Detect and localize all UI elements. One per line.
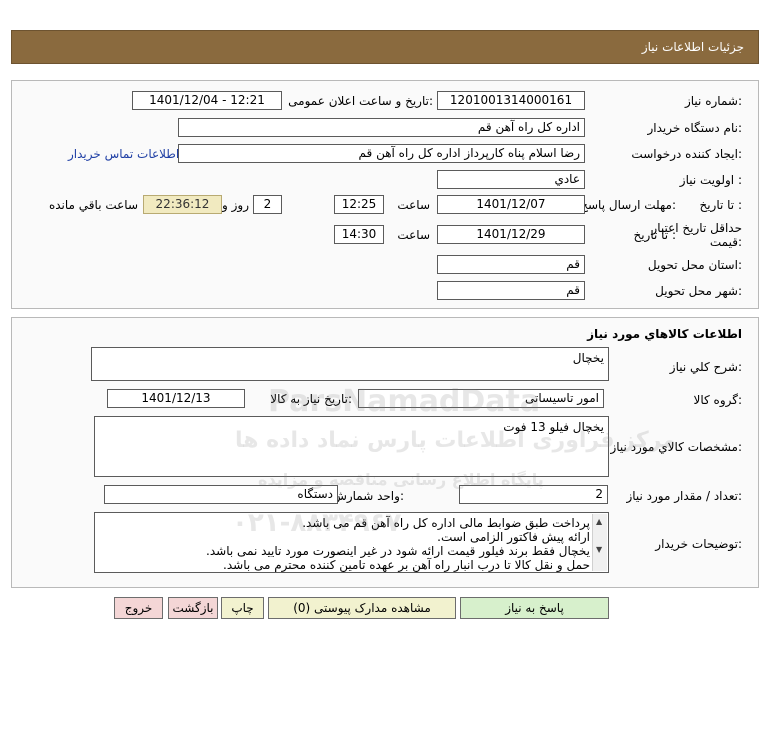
quantity-label: تعداد / مقدار مورد نیاز:: [626, 489, 742, 503]
deadline-time-field: 12:25: [334, 195, 384, 214]
need-number-field: 1201001314000161: [437, 91, 585, 110]
watermark-phone: ۰۲۱-۸۸۳۴۹۶۷: [232, 508, 402, 538]
days-label: روز و: [222, 198, 249, 212]
buyer-note-line: حمل و نقل کالا تا درب انبار راه آهن بر ع…: [223, 558, 590, 572]
creator-field: رضا اسلام پناه کارپرداز اداره کل راه آهن…: [178, 144, 585, 163]
announce-label: تاریخ و ساعت اعلان عمومی:: [288, 94, 433, 108]
priority-field: عادي: [437, 170, 585, 189]
exit-button[interactable]: خروج: [114, 597, 163, 619]
deadline-label: مهلت ارسال پاسخ:: [580, 198, 676, 212]
view-attachments-button[interactable]: مشاهده مدارک پیوستی (0): [268, 597, 456, 619]
deadline-until-label: تا تاریخ :: [699, 198, 742, 212]
city-field: قم: [437, 281, 585, 300]
deadline-time-label: ساعت: [397, 198, 430, 212]
priority-label: اولویت نیاز :: [679, 173, 742, 187]
need-date-field: 1401/12/13: [107, 389, 245, 408]
remaining-time-field: 22:36:12: [143, 195, 222, 214]
unit-label: واحد شمارش:: [332, 489, 404, 503]
scroll-down-icon[interactable]: ▼: [596, 543, 602, 557]
city-label: شهر محل تحویل:: [655, 284, 742, 298]
contact-buyer-link[interactable]: اطلاعات تماس خریدار: [68, 147, 179, 161]
general-desc-field: یخچال: [91, 347, 609, 381]
watermark-line: مرکز فراوری اطلاعات پارس نماد داده ها: [235, 428, 676, 453]
goods-section-title: اطلاعات کالاهاي مورد نياز: [587, 327, 742, 341]
need-info-panel: [11, 80, 759, 309]
validity-date-field: 1401/12/29: [437, 225, 585, 244]
province-label: استان محل تحویل:: [647, 258, 742, 272]
goods-group-label: گروه کالا:: [693, 393, 743, 407]
scrollbar[interactable]: ▲ ▼: [592, 514, 607, 571]
watermark-brand: ParsNamadData: [268, 384, 541, 419]
page-title: جزئیات اطلاعات نیاز: [641, 40, 744, 54]
need-number-label: شماره نیاز:: [684, 94, 742, 108]
validity-time-field: 14:30: [334, 225, 384, 244]
validity-time-label: ساعت: [397, 228, 430, 242]
validity-until-label: تا تاریخ :: [633, 228, 676, 242]
buyer-field: اداره کل راه آهن قم: [178, 118, 585, 137]
back-button[interactable]: بازگشت: [168, 597, 218, 619]
buyer-notes-label: توضیحات خریدار:: [655, 537, 742, 551]
creator-label: ایجاد کننده درخواست:: [631, 147, 742, 161]
reply-button[interactable]: پاسخ به نیاز: [460, 597, 609, 619]
watermark-line: پایگاه اطلاع رسانی مناقصه و مزایده: [258, 470, 544, 489]
print-button[interactable]: چاپ: [221, 597, 264, 619]
province-field: قم: [437, 255, 585, 274]
deadline-date-field: 1401/12/07: [437, 195, 585, 214]
remaining-label: ساعت باقي مانده: [48, 198, 138, 212]
buyer-label: نام دستگاه خریدار:: [647, 121, 743, 135]
validity-label-line2: قیمت:: [709, 235, 742, 249]
scroll-up-icon[interactable]: ▲: [596, 515, 602, 529]
page-header: جزئیات اطلاعات نیاز: [11, 30, 759, 64]
days-field: 2: [253, 195, 282, 214]
announce-field: 1401/12/04 - 12:21: [132, 91, 282, 110]
general-desc-label: شرح کلي نياز:: [669, 360, 742, 374]
buyer-note-line: یخچال فقط برند فیلور قیمت ارائه شود در غ…: [206, 544, 590, 558]
